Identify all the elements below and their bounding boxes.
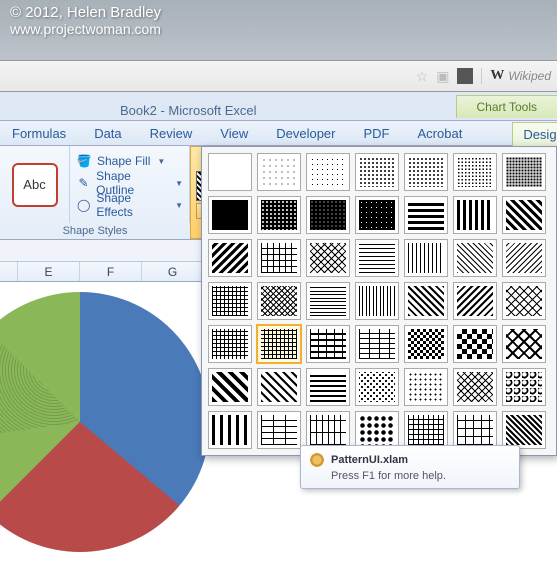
- pattern-dots-30[interactable]: [453, 153, 497, 191]
- watermark-overlay: © 2012, Helen Bradley www.projectwoman.c…: [0, 0, 557, 60]
- pattern-gallery-dropdown: [201, 146, 557, 456]
- pattern-udash[interactable]: [453, 282, 497, 320]
- pattern-checker-s[interactable]: [404, 325, 448, 363]
- pattern-dots-25[interactable]: [404, 153, 448, 191]
- chevron-down-icon: ▼: [157, 157, 165, 166]
- shape-style-preview: Abc: [12, 163, 58, 207]
- tab-design[interactable]: Design: [512, 122, 557, 146]
- col-header-f[interactable]: F: [80, 262, 142, 281]
- pie-chart[interactable]: [0, 292, 210, 552]
- pattern-vstripe-l[interactable]: [453, 196, 497, 234]
- shape-styles-group-label: Shape Styles: [0, 223, 190, 239]
- pattern-blank[interactable]: [208, 153, 252, 191]
- tooltip: PatternUI.xlam Press F1 for more help.: [300, 445, 520, 489]
- pattern-trellis-l[interactable]: [306, 239, 350, 277]
- pattern-ddiag-l[interactable]: [502, 196, 546, 234]
- tab-pdf[interactable]: PDF: [358, 124, 396, 143]
- pattern-large-grid[interactable]: [453, 411, 497, 449]
- copyright-line: © 2012, Helen Bradley: [10, 4, 547, 21]
- pencil-outline-icon: ✎: [76, 175, 91, 191]
- pattern-hdash[interactable]: [306, 282, 350, 320]
- pattern-ddash[interactable]: [404, 282, 448, 320]
- col-header-g[interactable]: G: [142, 262, 204, 281]
- pattern-dot-grid[interactable]: [404, 368, 448, 406]
- pattern-hzig[interactable]: [208, 325, 252, 363]
- pattern-vstripe-s[interactable]: [404, 239, 448, 277]
- pattern-diag-cross[interactable]: [306, 325, 350, 363]
- pattern-dots-5[interactable]: [257, 153, 301, 191]
- pattern-divot[interactable]: [355, 368, 399, 406]
- window-title: Book2 - Microsoft Excel: [120, 103, 257, 118]
- tab-data[interactable]: Data: [88, 124, 127, 143]
- pattern-dots-50[interactable]: [257, 196, 301, 234]
- pattern-grid: [208, 153, 550, 449]
- tab-developer[interactable]: Developer: [270, 124, 341, 143]
- pattern-dots-20[interactable]: [355, 153, 399, 191]
- pattern-vzig[interactable]: [257, 325, 301, 363]
- excel-titlebar: Book2 - Microsoft Excel Chart Tools: [0, 92, 557, 120]
- tab-view[interactable]: View: [214, 124, 254, 143]
- pattern-ddiag-s[interactable]: [453, 239, 497, 277]
- tooltip-title: PatternUI.xlam: [331, 454, 408, 466]
- pattern-hbrick[interactable]: [257, 411, 301, 449]
- pattern-dot-diamond[interactable]: [453, 368, 497, 406]
- tab-acrobat[interactable]: Acrobat: [412, 124, 469, 143]
- shape-effects-button[interactable]: ◯Shape Effects▼: [76, 194, 183, 216]
- pattern-dots-40[interactable]: [502, 153, 546, 191]
- pattern-weave[interactable]: [257, 368, 301, 406]
- ribbon-tabs: Formulas Data Review View Developer PDF …: [0, 120, 557, 146]
- chevron-down-icon: ▼: [175, 201, 183, 210]
- pattern-outline-d[interactable]: [502, 325, 546, 363]
- website-line: www.projectwoman.com: [10, 21, 547, 37]
- pattern-checker-l[interactable]: [453, 325, 497, 363]
- pattern-dots-70[interactable]: [355, 196, 399, 234]
- pattern-sphere[interactable]: [355, 411, 399, 449]
- wikipedia-search[interactable]: WWikiped: [481, 68, 551, 84]
- pattern-vbrick[interactable]: [306, 411, 350, 449]
- pattern-trellis-s[interactable]: [257, 282, 301, 320]
- pattern-small-grid[interactable]: [404, 411, 448, 449]
- pattern-hstripe-l[interactable]: [404, 196, 448, 234]
- bookmark-star-icon[interactable]: ☆: [416, 68, 429, 85]
- pattern-solid[interactable]: [208, 196, 252, 234]
- shape-tools-group: 🪣Shape Fill▼ ✎Shape Outline▼ ◯Shape Effe…: [70, 146, 190, 223]
- effects-icon: ◯: [76, 197, 91, 213]
- pattern-shingle[interactable]: [502, 368, 546, 406]
- tooltip-body: Press F1 for more help.: [331, 470, 511, 482]
- feed-icon[interactable]: ▣: [436, 68, 449, 85]
- pattern-plaid[interactable]: [306, 368, 350, 406]
- pattern-udiag-s[interactable]: [502, 239, 546, 277]
- pattern-grid-s[interactable]: [208, 282, 252, 320]
- pattern-brick-h[interactable]: [355, 325, 399, 363]
- chevron-down-icon: ▼: [175, 179, 183, 188]
- pattern-diag-brick[interactable]: [502, 411, 546, 449]
- contextual-tab-label: Chart Tools: [456, 95, 557, 118]
- pattern-dots-10[interactable]: [306, 153, 350, 191]
- pattern-vdash[interactable]: [355, 282, 399, 320]
- extension-icon[interactable]: [457, 68, 473, 84]
- wiki-w-icon: W: [490, 68, 504, 84]
- pattern-wave[interactable]: [208, 411, 252, 449]
- shape-style-gallery[interactable]: Abc: [0, 146, 70, 223]
- paint-bucket-icon: 🪣: [76, 153, 92, 169]
- pattern-dots-60[interactable]: [306, 196, 350, 234]
- ribbon: Abc 🪣Shape Fill▼ ✎Shape Outline▼ ◯Shape …: [0, 146, 557, 240]
- pattern-solid-d[interactable]: [208, 368, 252, 406]
- browser-toolbar: ☆ ▣ WWikiped: [0, 60, 557, 92]
- tab-review[interactable]: Review: [144, 124, 199, 143]
- pattern-udiag-l[interactable]: [208, 239, 252, 277]
- tab-formulas[interactable]: Formulas: [6, 124, 72, 143]
- addin-gear-icon: [309, 452, 325, 468]
- col-header-e[interactable]: E: [18, 262, 80, 281]
- pattern-hstripe-s[interactable]: [355, 239, 399, 277]
- pattern-grid-l[interactable]: [257, 239, 301, 277]
- pattern-cross-s[interactable]: [502, 282, 546, 320]
